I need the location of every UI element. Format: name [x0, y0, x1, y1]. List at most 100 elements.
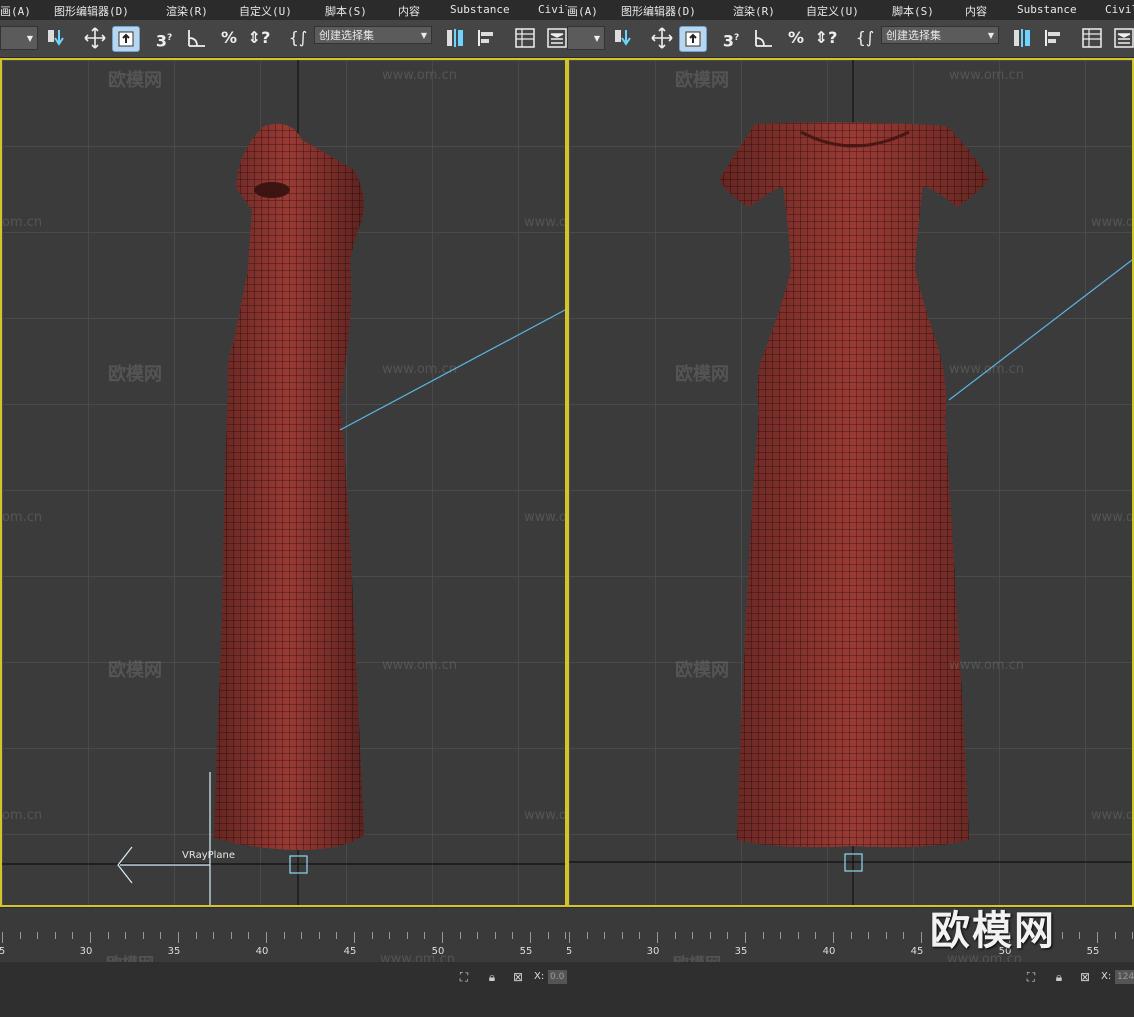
scene-explorer-icon[interactable] [1079, 26, 1105, 50]
mirror-icon[interactable] [1009, 26, 1035, 50]
dropdown-arrow-icon[interactable]: ▼ [567, 26, 605, 50]
ruler-tick [885, 932, 887, 939]
ruler-tick [283, 932, 285, 939]
move-icon[interactable] [82, 26, 108, 50]
angle-snap-icon[interactable] [751, 26, 777, 50]
menu-item-content[interactable]: 内容 [965, 3, 987, 19]
selection-region-icon[interactable]: ⛶ [456, 969, 472, 985]
percent-snap-icon[interactable]: % [783, 26, 809, 50]
ruler-tick [530, 932, 531, 943]
align-icon[interactable] [474, 26, 500, 50]
watermark-url: www.om.cn [1091, 808, 1134, 823]
left-viewport[interactable]: VRayPlane 欧模网 www.om.cn om.cn www.om.cn … [0, 58, 567, 907]
x-coord-field[interactable]: 0.0 [548, 970, 567, 984]
menu-item-rendering[interactable]: 渲染(R) [733, 3, 775, 19]
status-bar: ⛶ 🔒︎ ⊠ X: 0.0 [0, 962, 567, 1017]
menu-item-customize[interactable]: 自定义(U) [239, 3, 292, 19]
scene-explorer-icon[interactable] [512, 26, 538, 50]
timeline-label: 30 [79, 946, 93, 957]
timeline-label: 5 [0, 946, 6, 957]
selection-set-dropdown[interactable]: 创建选择集 ▼ [881, 26, 999, 44]
angle-snap-icon[interactable] [184, 26, 210, 50]
percent-snap-icon[interactable]: % [216, 26, 242, 50]
timeline-label: 35 [167, 946, 181, 957]
ruler-tick [54, 932, 56, 939]
select-icon[interactable] [679, 26, 707, 52]
ruler-tick [19, 932, 21, 939]
menu-item-animation[interactable]: 画(A) [0, 3, 31, 19]
helper-line [948, 259, 1132, 401]
ruler-tick [762, 932, 764, 939]
lock-icon[interactable]: 🔒︎ [1051, 969, 1067, 985]
watermark-url: www.om.cn [1091, 215, 1134, 230]
watermark-url: om.cn [2, 215, 43, 230]
named-selection-icon[interactable]: {∫ [852, 26, 878, 50]
ruler-tick [657, 932, 658, 943]
status-bar: ⛶ 🔒︎ ⊠ X: 124 [567, 962, 1134, 1017]
ruler-tick [709, 932, 711, 939]
ruler-tick [921, 932, 922, 943]
ruler-tick [142, 932, 144, 939]
menu-item-substance[interactable]: Substance [1017, 3, 1077, 16]
menu-item-scripting[interactable]: 脚本(S) [892, 3, 934, 19]
spinner-snap-icon[interactable]: ⇕? [246, 26, 272, 50]
timeline-label: 35 [734, 946, 748, 957]
ruler-tick [354, 932, 355, 943]
menu-item-rendering[interactable]: 渲染(R) [166, 3, 208, 19]
watermark-logo: 欧模网 [675, 660, 729, 681]
ruler-tick [674, 932, 676, 939]
ruler-tick [1061, 932, 1063, 939]
named-selection-icon[interactable]: {∫ [285, 26, 311, 50]
lock-icon[interactable]: 🔒︎ [484, 969, 500, 985]
menu-item-substance[interactable]: Substance [450, 3, 510, 16]
main-toolbar: ▼ 3? % ⇕? {∫ 创建选择集 ▼ [0, 20, 567, 58]
watermark-url: om.cn [2, 510, 43, 525]
selection-region-icon[interactable]: ⛶ [1023, 969, 1039, 985]
watermark-logo: 欧模网 [108, 660, 162, 681]
right-viewport[interactable]: 欧模网 www.om.cn www.om.cn 欧模网 www.om.cn ww… [567, 58, 1134, 907]
ruler-tick [406, 932, 408, 939]
watermark-logo: 欧模网 [675, 70, 729, 91]
layer-explorer-icon[interactable] [1111, 26, 1134, 50]
ruler-tick [604, 932, 606, 939]
spinner-snap-icon[interactable]: ⇕? [813, 26, 839, 50]
select-icon[interactable] [112, 26, 140, 52]
layer-explorer-icon[interactable] [544, 26, 567, 50]
timeline-label: 40 [255, 946, 269, 957]
vrayplane-label: VRayPlane [182, 850, 236, 861]
snap-toggle-icon[interactable] [44, 26, 70, 50]
ruler-tick [1132, 932, 1134, 939]
menu-item-graph-editors[interactable]: 图形编辑器(D) [621, 3, 696, 19]
ruler-tick [213, 932, 215, 939]
ruler-tick [266, 932, 267, 943]
ruler-tick [424, 932, 426, 939]
ruler-tick [477, 932, 479, 939]
menu-item-animation[interactable]: 画(A) [567, 3, 598, 19]
3d-snap-icon[interactable]: 3? [150, 26, 178, 50]
3d-snap-icon[interactable]: 3? [717, 26, 745, 50]
ruler-tick [639, 932, 641, 939]
absolute-mode-icon[interactable]: ⊠ [1077, 969, 1093, 985]
absolute-mode-icon[interactable]: ⊠ [510, 969, 526, 985]
menu-item-content[interactable]: 内容 [398, 3, 420, 19]
menu-item-graph-editors[interactable]: 图形编辑器(D) [54, 3, 129, 19]
menu-item-civil[interactable]: Civil(A) [538, 3, 567, 16]
ruler-tick [459, 932, 461, 939]
menu-item-civil[interactable]: Civil(A) [1105, 3, 1134, 16]
timeline-ruler[interactable]: 5 30 35 40 45 50 55 欧模网 www.om.cn [0, 907, 567, 973]
watermark-logo: 欧模网 [675, 364, 729, 385]
watermark-logo: 欧模网 [108, 364, 162, 385]
selection-set-dropdown[interactable]: 创建选择集 ▼ [314, 26, 432, 44]
dropdown-arrow-icon[interactable]: ▼ [0, 26, 38, 50]
watermark-url: www.om.cn [382, 658, 457, 673]
mirror-icon[interactable] [442, 26, 468, 50]
watermark-url: om.cn [2, 808, 43, 823]
ruler-tick [586, 932, 588, 939]
align-icon[interactable] [1041, 26, 1067, 50]
ruler-tick [512, 932, 514, 939]
menu-item-scripting[interactable]: 脚本(S) [325, 3, 367, 19]
snap-toggle-icon[interactable] [611, 26, 637, 50]
x-coord-field[interactable]: 124 [1115, 970, 1134, 984]
move-icon[interactable] [649, 26, 675, 50]
menu-item-customize[interactable]: 自定义(U) [806, 3, 859, 19]
